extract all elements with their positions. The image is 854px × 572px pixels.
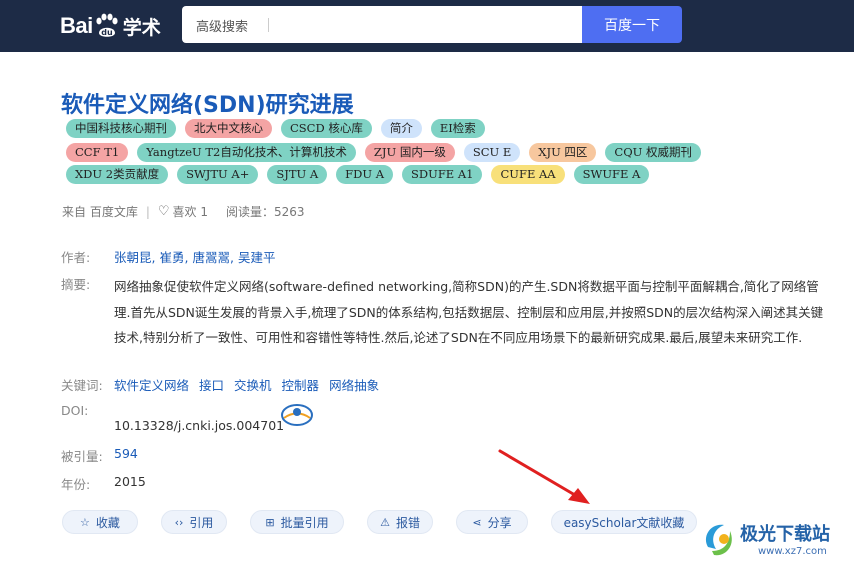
share-button[interactable]: ⋖ 分享 xyxy=(456,510,528,534)
source-text[interactable]: 来自 百度文库 xyxy=(62,203,138,220)
code-icon: ‹› xyxy=(174,515,184,529)
authors-list: 张朝昆, 崔勇, 唐翯翯, 吴建平 xyxy=(114,247,275,266)
author-link[interactable]: 吴建平 xyxy=(238,247,276,266)
share-icon: ⋖ xyxy=(472,515,482,529)
keyword-link[interactable]: 交换机 xyxy=(234,375,272,394)
journal-tag[interactable]: SJTU A xyxy=(267,165,328,184)
author-link[interactable]: 崔勇, xyxy=(159,247,188,266)
search-input[interactable] xyxy=(278,10,568,39)
annotation-arrow-icon xyxy=(498,449,590,504)
journal-tag[interactable]: YangtzeU T2自动化技术、计算机技术 xyxy=(137,143,356,162)
abstract-label: 摘要: xyxy=(61,277,91,292)
journal-tag[interactable]: ZJU 国内一级 xyxy=(364,143,455,162)
author-link[interactable]: 张朝昆, xyxy=(114,247,155,266)
journal-tag[interactable]: CCF T1 xyxy=(66,143,129,162)
journal-tag[interactable]: CSCD 核心库 xyxy=(281,119,372,138)
keyword-link[interactable]: 软件定义网络 xyxy=(114,375,189,394)
heart-icon[interactable]: ♡ xyxy=(158,204,170,219)
tag-row: XDU 2类贡献度 SWJTU A+ SJTU A FDU A SDUFE A1 CUFE… xyxy=(66,165,650,184)
action-label: 引用 xyxy=(189,515,214,530)
logo-bai-text: Bai xyxy=(60,13,93,38)
journal-tag[interactable]: FDU A xyxy=(336,165,394,184)
keyword-link[interactable]: 控制器 xyxy=(282,375,320,394)
keywords-list: 软件定义网络 接口 交换机 控制器 网络抽象 xyxy=(114,375,379,394)
top-header: Bai du 学术 高级搜索 百度一下 xyxy=(0,0,854,52)
authors-label: 作者: xyxy=(61,250,91,265)
year-value: 2015 xyxy=(114,474,146,489)
abstract-text: 网络抽象促使软件定义网络(software-defined networking… xyxy=(114,279,824,345)
action-bar: ☆ 收藏 ‹› 引用 ⊞ 批量引用 ⚠ 报错 ⋖ 分享 easyScholar文献收藏 xyxy=(62,510,697,534)
paper-meta: 来自 百度文库 | ♡ 喜欢 1 阅读量：5263 xyxy=(62,203,305,220)
folder-button[interactable]: ⊞ 批量引用 xyxy=(250,510,344,534)
journal-tag[interactable]: 中国科技核心期刊 xyxy=(66,119,176,138)
year-label: 年份: xyxy=(61,477,91,492)
logo-xueshu-text: 学术 xyxy=(122,16,161,39)
doi-label: DOI: xyxy=(61,403,89,418)
advanced-search-link[interactable]: 高级搜索 xyxy=(196,16,248,35)
paper-title[interactable]: 软件定义网络(SDN)研究进展 xyxy=(61,87,354,119)
action-label: 批量引用 xyxy=(280,515,329,530)
journal-tag[interactable]: 简介 xyxy=(380,119,422,138)
likes-text[interactable]: 喜欢 1 xyxy=(173,203,208,220)
keyword-link[interactable]: 接口 xyxy=(199,375,224,394)
search-divider xyxy=(268,18,269,32)
folder-icon: ⊞ xyxy=(265,515,275,529)
action-label: easyScholar文献收藏 xyxy=(563,515,685,530)
journal-tag[interactable]: XDU 2类贡献度 xyxy=(66,165,169,184)
journal-tag[interactable]: XJU 四区 xyxy=(529,143,597,162)
easyscholar-button[interactable]: easyScholar文献收藏 xyxy=(551,510,697,534)
journal-tag[interactable]: SWUFE A xyxy=(573,165,650,184)
search-button[interactable]: 百度一下 xyxy=(582,6,682,43)
keywords-label: 关键词: xyxy=(61,378,103,393)
journal-tag[interactable]: SWJTU A+ xyxy=(177,165,259,184)
code-button[interactable]: ‹› 引用 xyxy=(161,510,227,534)
search-box: 高级搜索 xyxy=(182,6,582,43)
doi-logo-icon[interactable] xyxy=(280,403,314,427)
watermark-logo-icon xyxy=(705,524,732,556)
baidu-scholar-logo[interactable]: Bai du 学术 xyxy=(60,10,161,42)
journal-tag[interactable]: SDUFE A1 xyxy=(402,165,483,184)
doi-value: 10.13328/j.cnki.jos.004701 xyxy=(114,418,285,433)
journal-tag[interactable]: CUFE AA xyxy=(491,165,565,184)
star-icon: ☆ xyxy=(80,515,90,529)
journal-tag[interactable]: CQU 权威期刊 xyxy=(605,143,701,162)
read-count: 阅读量：5263 xyxy=(225,205,305,219)
tag-row: CCF T1 YangtzeU T2自动化技术、计算机技术 ZJU 国内一级 SCU … xyxy=(66,143,701,162)
keyword-link[interactable]: 网络抽象 xyxy=(329,375,379,394)
action-label: 报错 xyxy=(395,515,420,530)
warning-button[interactable]: ⚠ 报错 xyxy=(367,510,433,534)
warning-icon: ⚠ xyxy=(380,515,390,529)
watermark-url: www.xz7.com xyxy=(758,546,827,557)
tag-row: 中国科技核心期刊 北大中文核心 CSCD 核心库 简介 EI检索 xyxy=(66,119,485,138)
journal-tag[interactable]: SCU E xyxy=(463,143,521,162)
author-link[interactable]: 唐翯翯, xyxy=(192,247,233,266)
star-button[interactable]: ☆ 收藏 xyxy=(62,510,138,534)
cited-count-link[interactable]: 594 xyxy=(114,446,138,461)
cited-label: 被引量: xyxy=(61,449,103,464)
meta-separator: | xyxy=(145,204,150,219)
action-label: 收藏 xyxy=(95,515,120,530)
watermark-text: 极光下载站 xyxy=(740,524,830,545)
paw-icon: du xyxy=(96,13,118,37)
journal-tag[interactable]: 北大中文核心 xyxy=(185,119,272,138)
journal-tag[interactable]: EI检索 xyxy=(430,119,485,138)
logo-du-text: du xyxy=(101,28,113,37)
action-label: 分享 xyxy=(487,515,512,530)
watermark: 极光下载站 www.xz7.com xyxy=(700,517,850,569)
